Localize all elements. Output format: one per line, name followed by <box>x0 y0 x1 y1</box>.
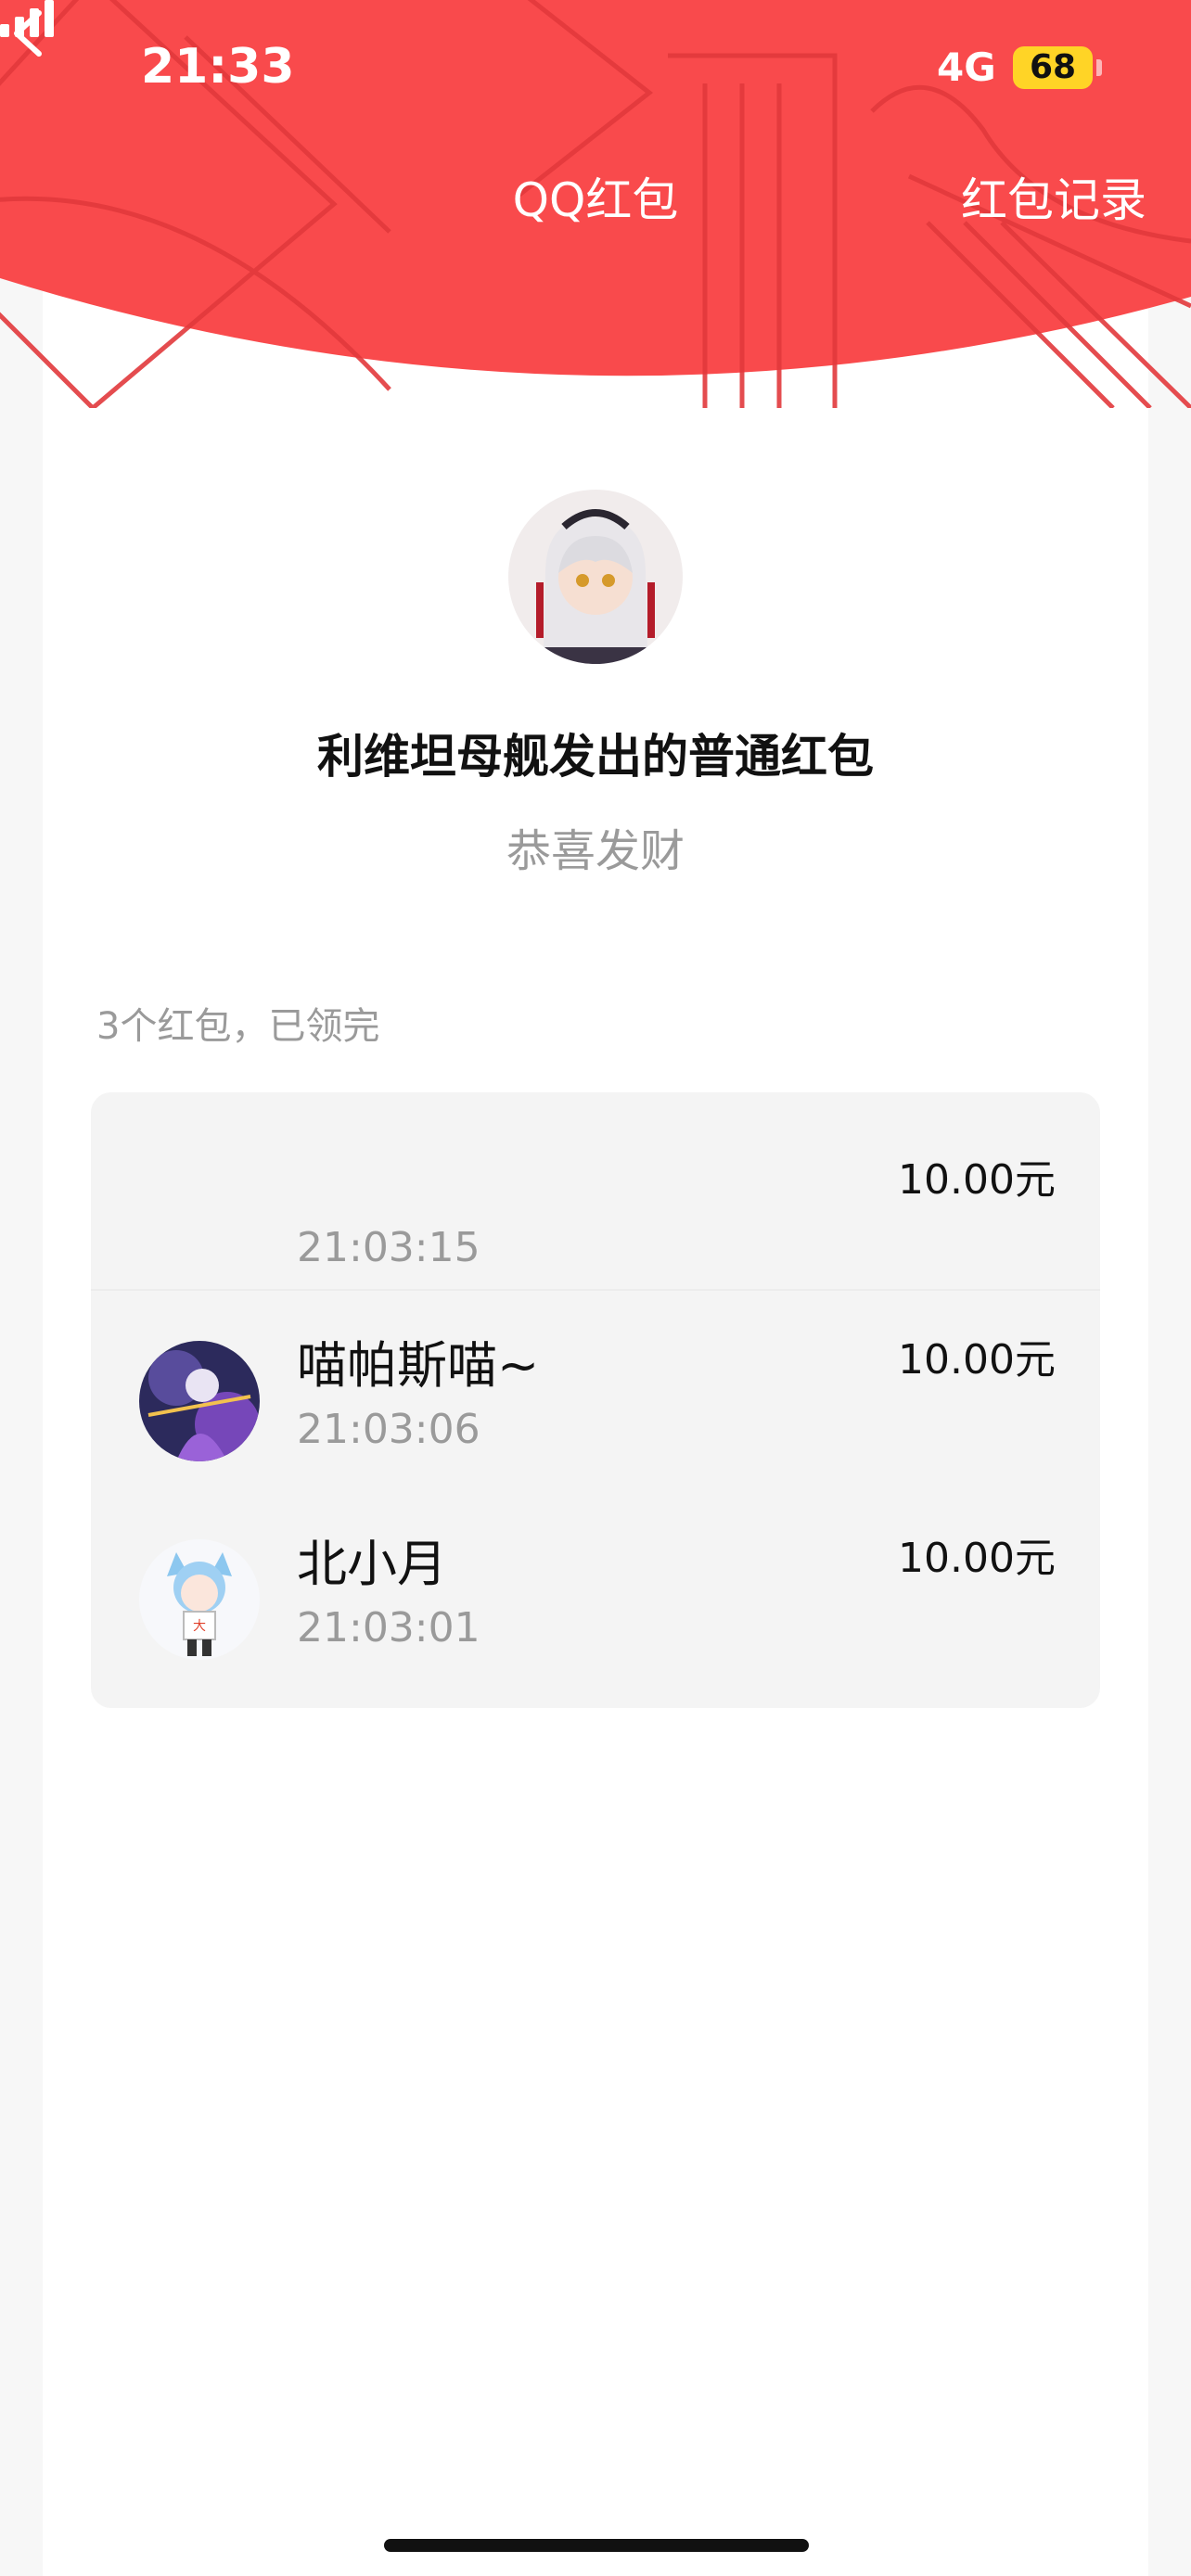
list-item[interactable]: 大 北小月 10.00元 21:03:01 <box>91 1508 1100 1702</box>
home-indicator[interactable] <box>384 2539 809 2552</box>
list-item[interactable]: 喵帕斯喵~ 10.00元 21:03:06 <box>91 1289 1100 1504</box>
recipient-name: 喵帕斯喵~ <box>297 1336 540 1395</box>
recipient-amount: 10.00元 <box>898 1535 1056 1582</box>
network-type: 4G <box>937 45 996 90</box>
greeting-message: 恭喜发财 <box>506 825 685 877</box>
row-divider <box>91 1289 1100 1291</box>
red-header: 21:33 4G 68 QQ红包 红包记录 <box>0 0 1191 408</box>
recipient-amount: 10.00元 <box>898 1156 1056 1204</box>
claim-summary: 3个红包，已领完 <box>96 1005 380 1048</box>
recipient-list: 10.00元 21:03:15 喵帕斯喵~ 10.00元 21:03:06 大 … <box>91 1092 1100 1708</box>
battery-icon <box>1096 59 1102 76</box>
sender-title: 利维坦母舰发出的普通红包 <box>317 730 874 784</box>
status-time: 21:33 <box>141 39 295 95</box>
battery-level: 68 <box>1013 46 1093 89</box>
red-packet-record-link[interactable]: 红包记录 <box>961 163 1146 230</box>
list-item[interactable]: 10.00元 21:03:15 <box>91 1092 1100 1287</box>
recipient-avatar[interactable]: 大 <box>139 1539 260 1660</box>
recipient-avatar[interactable] <box>139 1341 260 1461</box>
recipient-time: 21:03:15 <box>297 1224 480 1271</box>
sender-avatar[interactable] <box>508 490 683 664</box>
back-icon[interactable] <box>0 0 56 67</box>
recipient-time: 21:03:06 <box>297 1406 480 1453</box>
svg-text:大: 大 <box>193 1619 206 1634</box>
recipient-name: 北小月 <box>297 1535 447 1593</box>
recipient-time: 21:03:01 <box>297 1604 480 1651</box>
recipient-amount: 10.00元 <box>898 1336 1056 1384</box>
